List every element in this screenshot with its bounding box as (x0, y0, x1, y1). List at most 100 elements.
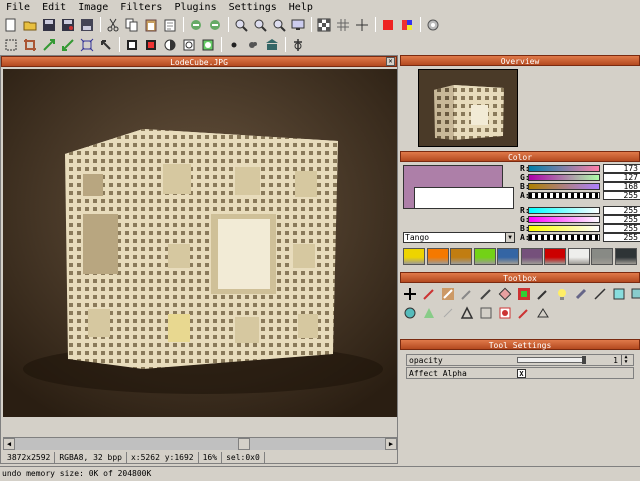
opacity-spin-button[interactable]: ▲▼ (621, 355, 630, 365)
menu-image[interactable]: Image (72, 2, 114, 13)
pipette-tool[interactable] (533, 285, 552, 303)
lasso-tool[interactable] (438, 304, 457, 322)
line-tool[interactable] (590, 285, 609, 303)
eraser-tool[interactable] (495, 285, 514, 303)
palette-swatch[interactable] (474, 248, 496, 265)
affect-alpha-checkbox[interactable]: X (517, 369, 526, 378)
primary-b-slider[interactable] (528, 183, 600, 190)
rotate-button[interactable] (59, 36, 77, 53)
new-file-button[interactable] (2, 16, 20, 33)
secondary-b-value[interactable]: 255 (603, 224, 640, 233)
overview-thumbnail[interactable] (418, 69, 518, 147)
primary-r-slider[interactable] (528, 165, 600, 172)
palette-swatch[interactable] (615, 248, 637, 265)
secondary-a-value[interactable]: 255 (603, 233, 640, 242)
resize-button[interactable] (40, 36, 58, 53)
building-button[interactable] (263, 36, 281, 53)
close-window-button[interactable]: ✕ (386, 57, 395, 66)
opacity-slider[interactable] (517, 357, 585, 363)
menu-edit[interactable]: Edit (36, 2, 72, 13)
rect-tool[interactable] (609, 285, 628, 303)
preferences-button[interactable] (424, 16, 442, 33)
save-as-button[interactable] (59, 16, 77, 33)
airbrush-tool[interactable] (457, 285, 476, 303)
secondary-g-value[interactable]: 255 (603, 215, 640, 224)
copy-button[interactable] (123, 16, 141, 33)
paste-button[interactable] (142, 16, 160, 33)
palette-button[interactable] (398, 16, 416, 33)
open-file-button[interactable] (21, 16, 39, 33)
menu-plugins[interactable]: Plugins (168, 2, 222, 13)
menu-file[interactable]: File (0, 2, 36, 13)
primary-g-slider[interactable] (528, 174, 600, 181)
palette-swatch[interactable] (544, 248, 566, 265)
pencil-tool[interactable] (419, 285, 438, 303)
layer-red-button[interactable] (142, 36, 160, 53)
zoom-out-button[interactable] (251, 16, 269, 33)
zoom-in-button[interactable] (232, 16, 250, 33)
secondary-color-swatch[interactable] (414, 187, 514, 209)
secondary-r-value[interactable]: 255 (603, 206, 640, 215)
secondary-g-slider[interactable] (528, 216, 600, 223)
dot-button[interactable] (225, 36, 243, 53)
primary-g-value[interactable]: 127 (603, 173, 640, 182)
move-tool[interactable] (400, 285, 419, 303)
anchor-button[interactable] (289, 36, 307, 53)
scroll-left-button[interactable]: ◀ (3, 438, 15, 450)
palette-swatch[interactable] (403, 248, 425, 265)
redo-button[interactable] (206, 16, 224, 33)
layer-button[interactable] (123, 36, 141, 53)
palette-swatch[interactable] (497, 248, 519, 265)
cut-button[interactable] (104, 16, 122, 33)
palette-swatch[interactable] (521, 248, 543, 265)
polygon-tool[interactable] (457, 304, 476, 322)
secondary-r-slider[interactable] (528, 207, 600, 214)
primary-a-slider[interactable] (528, 192, 600, 199)
palette-swatch[interactable] (450, 248, 472, 265)
menu-settings[interactable]: Settings (223, 2, 283, 13)
magic-wand-tool[interactable] (514, 304, 533, 322)
smudge-tool[interactable] (476, 285, 495, 303)
color-button[interactable] (379, 16, 397, 33)
filter-button[interactable] (180, 36, 198, 53)
paste-new-button[interactable] (161, 16, 179, 33)
ellipse-select-tool[interactable] (495, 304, 514, 322)
zoom-fit-button[interactable] (270, 16, 288, 33)
palette-swatch[interactable] (591, 248, 613, 265)
triangle-green-tool[interactable] (419, 304, 438, 322)
primary-r-value[interactable]: 173 (603, 164, 640, 173)
fit-button[interactable] (78, 36, 96, 53)
contrast-button[interactable] (161, 36, 179, 53)
select-button[interactable] (2, 36, 20, 53)
text-tool[interactable] (628, 285, 640, 303)
checkerboard-button[interactable] (315, 16, 333, 33)
save-copy-button[interactable] (78, 16, 96, 33)
blob-button[interactable] (244, 36, 262, 53)
scrollbar-thumb[interactable] (238, 438, 250, 450)
ellipse-tool[interactable] (400, 304, 419, 322)
move-button[interactable] (97, 36, 115, 53)
rect-select-tool[interactable] (476, 304, 495, 322)
undo-button[interactable] (187, 16, 205, 33)
fill-tool[interactable] (514, 285, 533, 303)
crop-button[interactable] (21, 36, 39, 53)
green-filter-button[interactable] (199, 36, 217, 53)
opacity-value[interactable]: 1 (585, 356, 621, 365)
menu-help[interactable]: Help (283, 2, 319, 13)
lightbulb-tool[interactable] (552, 285, 571, 303)
image-canvas[interactable] (3, 69, 397, 417)
opacity-slider-handle[interactable] (582, 356, 586, 364)
primary-b-value[interactable]: 168 (603, 182, 640, 191)
horizontal-scrollbar[interactable]: ◀ ▶ (3, 437, 397, 450)
triangle-tool[interactable] (533, 304, 552, 322)
brush-tool[interactable] (438, 285, 457, 303)
secondary-a-slider[interactable] (528, 234, 600, 241)
menu-filters[interactable]: Filters (114, 2, 168, 13)
secondary-b-slider[interactable] (528, 225, 600, 232)
palette-swatch[interactable] (427, 248, 449, 265)
stamp-tool[interactable] (571, 285, 590, 303)
scroll-right-button[interactable]: ▶ (385, 438, 397, 450)
crosshair-button[interactable] (353, 16, 371, 33)
grid-button[interactable] (334, 16, 352, 33)
fullscreen-button[interactable] (289, 16, 307, 33)
